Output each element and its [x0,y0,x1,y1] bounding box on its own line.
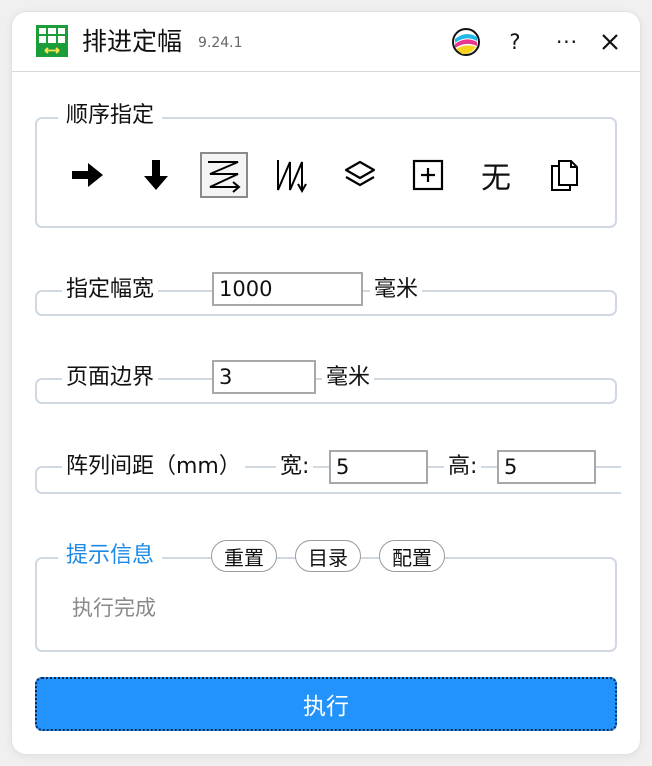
status-text: 执行完成 [72,596,156,620]
info-legend: 提示信息 [58,541,163,571]
spacing-width-input[interactable] [329,450,428,484]
app-title: 排进定幅 [82,27,183,56]
none-text: 无 [481,161,511,196]
width-unit: 毫米 [370,275,423,305]
margin-label: 页面边界 [62,363,159,393]
order-layers-button[interactable] [336,152,384,198]
title-bar: 排进定幅 9.24.1 ? ··· [12,12,640,72]
margin-input[interactable] [212,360,316,394]
reset-button[interactable]: 重置 [211,540,277,572]
order-none-button[interactable]: 无 [472,152,520,198]
order-copy-button[interactable] [540,152,588,198]
help-button[interactable]: ? [502,26,528,58]
spacing-width-label: 宽: [276,452,314,482]
order-plus-box-button[interactable] [404,152,452,198]
brand-logo-button[interactable] [449,26,483,58]
order-right-button[interactable] [64,152,112,198]
directory-button[interactable]: 目录 [295,540,361,572]
more-button[interactable]: ··· [552,26,582,58]
spacing-height-label: 高: [444,452,482,482]
app-logo-icon [36,25,68,57]
width-input[interactable] [212,272,363,306]
spacing-label: 阵列间距（mm） [62,452,245,482]
layers-icon [344,160,376,187]
zigzag-vertical-icon [277,160,307,193]
order-legend: 顺序指定 [58,101,163,131]
margin-unit: 毫米 [322,363,375,393]
close-button[interactable] [597,26,623,58]
arrow-right-icon [72,163,103,187]
config-button[interactable]: 配置 [379,540,445,572]
arrow-down-icon [144,160,168,190]
order-zigzag-vertical-button[interactable] [268,152,316,198]
order-group [35,117,617,228]
zigzag-horizontal-icon [208,161,241,193]
spacing-height-input[interactable] [497,450,596,484]
close-icon [602,34,618,50]
execute-button[interactable]: 执行 [35,677,617,731]
plus-box-icon [412,159,444,191]
app-version: 9.24.1 [198,35,243,51]
width-label: 指定幅宽 [62,275,159,305]
order-zigzag-horizontal-button[interactable] [200,152,248,198]
brand-logo-icon [452,28,480,56]
order-down-button[interactable] [132,152,180,198]
app-window: 排进定幅 9.24.1 ? ··· 顺序指定 无 指定幅宽 1000 毫米 页面… [12,12,640,754]
copy-pages-icon [551,160,578,191]
